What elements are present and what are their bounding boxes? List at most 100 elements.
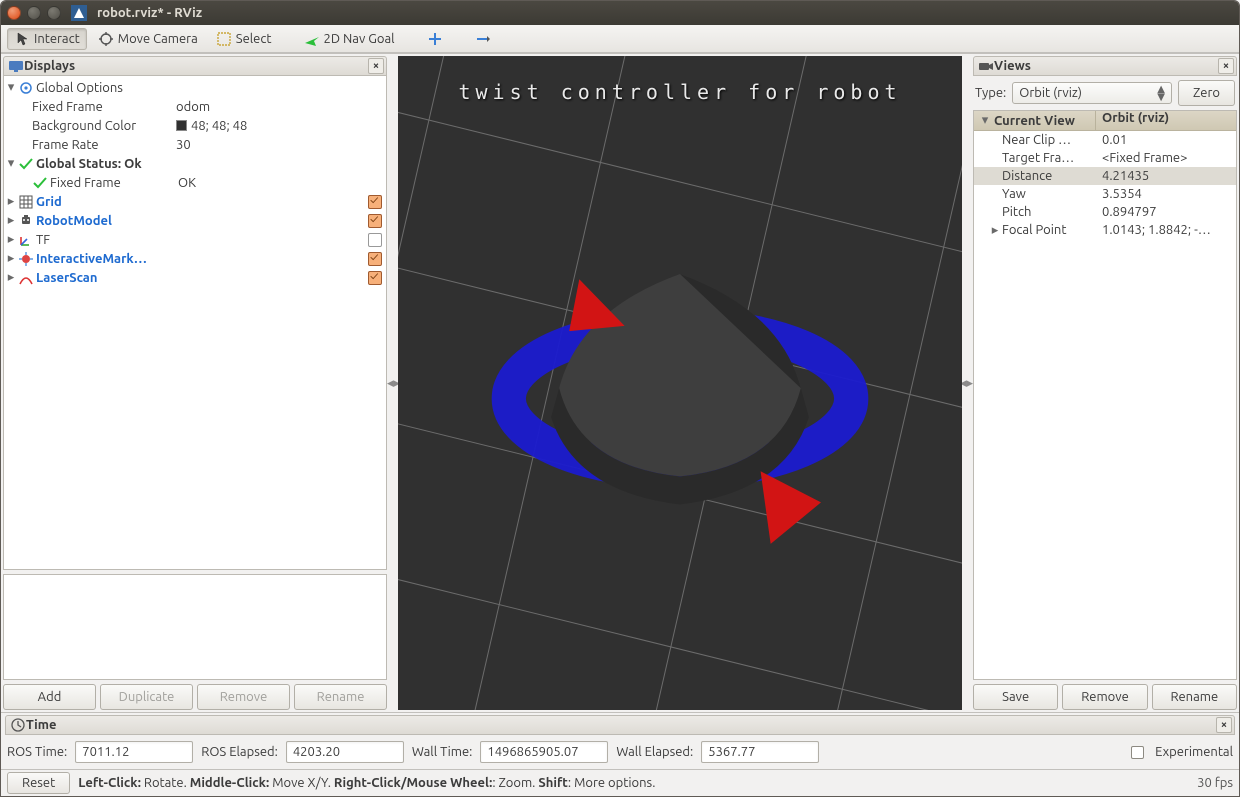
expand-toggle-icon[interactable]: ▸ [4, 213, 18, 228]
viewport-container: twist controller for robot [398, 54, 962, 712]
views-tree[interactable]: ▾Current View Orbit (rviz) Near Clip …0.… [973, 110, 1237, 680]
nav-goal-tool-button[interactable]: 2D Nav Goal [297, 28, 402, 50]
views-tree-header[interactable]: ▾Current View Orbit (rviz) [974, 111, 1236, 131]
interactive-markers-checkbox[interactable] [368, 252, 382, 266]
right-splitter-handle[interactable]: ◂▸ [962, 54, 971, 712]
window-title: robot.rviz* - RViz [97, 6, 202, 20]
tree-row-grid[interactable]: ▸ Grid [4, 192, 386, 211]
view-prop-yaw[interactable]: Yaw3.5354 [974, 185, 1236, 203]
time-panel: Time × ROS Time: 7011.12 ROS Elapsed: 42… [1, 712, 1239, 769]
remove-display-button[interactable]: Remove [197, 684, 290, 710]
move-camera-tool-button[interactable]: Move Camera [91, 28, 205, 50]
ros-time-label: ROS Time: [7, 745, 67, 759]
window-maximize-button[interactable] [47, 6, 61, 20]
expand-toggle-icon[interactable]: ▸ [4, 270, 18, 285]
tree-row-laserscan[interactable]: ▸ LaserScan [4, 268, 386, 287]
view-type-combo[interactable]: Orbit (rviz) ▲▼ [1012, 82, 1172, 104]
rename-display-button[interactable]: Rename [294, 684, 387, 710]
remove-tool-button[interactable] [468, 28, 498, 50]
app-window: robot.rviz* - RViz Interact Move Camera … [0, 0, 1240, 797]
views-button-row: Save Remove Rename [973, 680, 1237, 710]
expand-toggle-icon[interactable]: ▸ [4, 232, 18, 247]
3d-viewport[interactable]: twist controller for robot [398, 56, 962, 710]
time-header[interactable]: Time × [5, 715, 1235, 735]
add-tool-button[interactable] [420, 28, 450, 50]
ros-time-field[interactable]: 7011.12 [75, 741, 193, 763]
tree-row-interactive-markers[interactable]: ▸ InteractiveMark… [4, 249, 386, 268]
rename-view-button[interactable]: Rename [1152, 684, 1237, 710]
rotation-arrow-icon [569, 279, 624, 331]
interact-label: Interact [34, 32, 80, 46]
ros-elapsed-label: ROS Elapsed: [201, 745, 278, 759]
add-display-button[interactable]: Add [3, 684, 96, 710]
check-ok-icon [32, 175, 48, 191]
clock-icon [10, 717, 26, 733]
window-close-button[interactable] [7, 6, 21, 20]
interact-tool-button[interactable]: Interact [7, 28, 87, 50]
robotmodel-label: RobotModel [36, 214, 112, 228]
save-view-button[interactable]: Save [973, 684, 1058, 710]
duplicate-display-button[interactable]: Duplicate [100, 684, 193, 710]
status-hint: Left-Click: Rotate. Middle-Click: Move X… [78, 776, 1189, 790]
time-close-button[interactable]: × [1216, 717, 1232, 733]
ros-elapsed-field[interactable]: 4203.20 [286, 741, 404, 763]
expand-toggle-icon[interactable]: ▸ [4, 194, 18, 209]
views-header[interactable]: Views × [973, 56, 1237, 76]
viewport-scene [398, 56, 962, 710]
window-minimize-button[interactable] [27, 6, 41, 20]
experimental-label: Experimental [1155, 745, 1233, 759]
bg-color-value[interactable]: 48; 48; 48 [172, 119, 366, 133]
views-close-button[interactable]: × [1218, 58, 1234, 74]
view-prop-target-frame[interactable]: Target Fra…<Fixed Frame> [974, 149, 1236, 167]
reset-button[interactable]: Reset [7, 772, 70, 794]
toolbar: Interact Move Camera Select 2D Nav Goal [1, 25, 1239, 53]
tree-row-robotmodel[interactable]: ▸ RobotModel [4, 211, 386, 230]
displays-close-button[interactable]: × [368, 58, 384, 74]
views-panel: Views × Type: Orbit (rviz) ▲▼ Zero ▾Curr… [971, 54, 1239, 712]
fixed-frame-value[interactable]: odom [172, 100, 366, 114]
robotmodel-checkbox[interactable] [368, 214, 382, 228]
expand-toggle-icon[interactable]: ▾ [4, 156, 18, 171]
grid-checkbox[interactable] [368, 195, 382, 209]
frame-rate-value[interactable]: 30 [172, 138, 366, 152]
tree-row-frame-rate[interactable]: Frame Rate 30 [4, 135, 386, 154]
tree-row-fixed-frame[interactable]: Fixed Frame odom [4, 97, 386, 116]
wall-time-field[interactable]: 1496865905.07 [480, 741, 608, 763]
color-swatch-icon [176, 120, 187, 131]
remove-view-button[interactable]: Remove [1062, 684, 1147, 710]
wall-elapsed-field[interactable]: 5367.77 [701, 741, 819, 763]
displays-tree[interactable]: ▾ Global Options Fixed Frame odom Backgr… [3, 76, 387, 570]
select-tool-button[interactable]: Select [209, 28, 279, 50]
tree-row-global-status[interactable]: ▾ Global Status: Ok [4, 154, 386, 173]
expand-toggle-icon[interactable]: ▸ [4, 251, 18, 266]
left-splitter-handle[interactable]: ◂▸ [389, 54, 398, 712]
displays-button-row: Add Duplicate Remove Rename [3, 680, 387, 710]
tree-row-bg-color[interactable]: Background Color 48; 48; 48 [4, 116, 386, 135]
select-icon [216, 31, 232, 47]
tree-row-tf[interactable]: ▸ TF [4, 230, 386, 249]
fps-counter: 30 fps [1197, 776, 1233, 790]
view-prop-distance[interactable]: Distance4.21435 [974, 167, 1236, 185]
tree-row-status-fixed-frame[interactable]: Fixed Frame OK [4, 173, 386, 192]
displays-header[interactable]: Displays × [3, 56, 387, 76]
pointer-icon [14, 31, 30, 47]
gear-icon [18, 80, 34, 96]
nav-goal-label: 2D Nav Goal [324, 32, 395, 46]
experimental-checkbox[interactable] [1131, 746, 1144, 759]
main-area: Displays × ▾ Global Options Fixed Frame [1, 53, 1239, 712]
laserscan-icon [18, 270, 34, 286]
displays-panel: Displays × ▾ Global Options Fixed Frame [1, 54, 389, 712]
view-prop-focal-point[interactable]: ▸Focal Point1.0143; 1.8842; -… [974, 221, 1236, 239]
laserscan-checkbox[interactable] [368, 271, 382, 285]
laserscan-label: LaserScan [36, 271, 97, 285]
expand-toggle-icon[interactable]: ▸ [988, 223, 1002, 238]
view-prop-pitch[interactable]: Pitch0.894797 [974, 203, 1236, 221]
zero-button[interactable]: Zero [1178, 80, 1235, 106]
expand-toggle-icon[interactable]: ▾ [4, 80, 18, 95]
view-prop-near-clip[interactable]: Near Clip …0.01 [974, 131, 1236, 149]
tree-row-global-options[interactable]: ▾ Global Options [4, 78, 386, 97]
tf-checkbox[interactable] [368, 233, 382, 247]
views-type-row: Type: Orbit (rviz) ▲▼ Zero [973, 76, 1237, 110]
expand-toggle-icon[interactable]: ▾ [978, 113, 992, 128]
combo-spinner-icon: ▲▼ [1157, 85, 1165, 101]
